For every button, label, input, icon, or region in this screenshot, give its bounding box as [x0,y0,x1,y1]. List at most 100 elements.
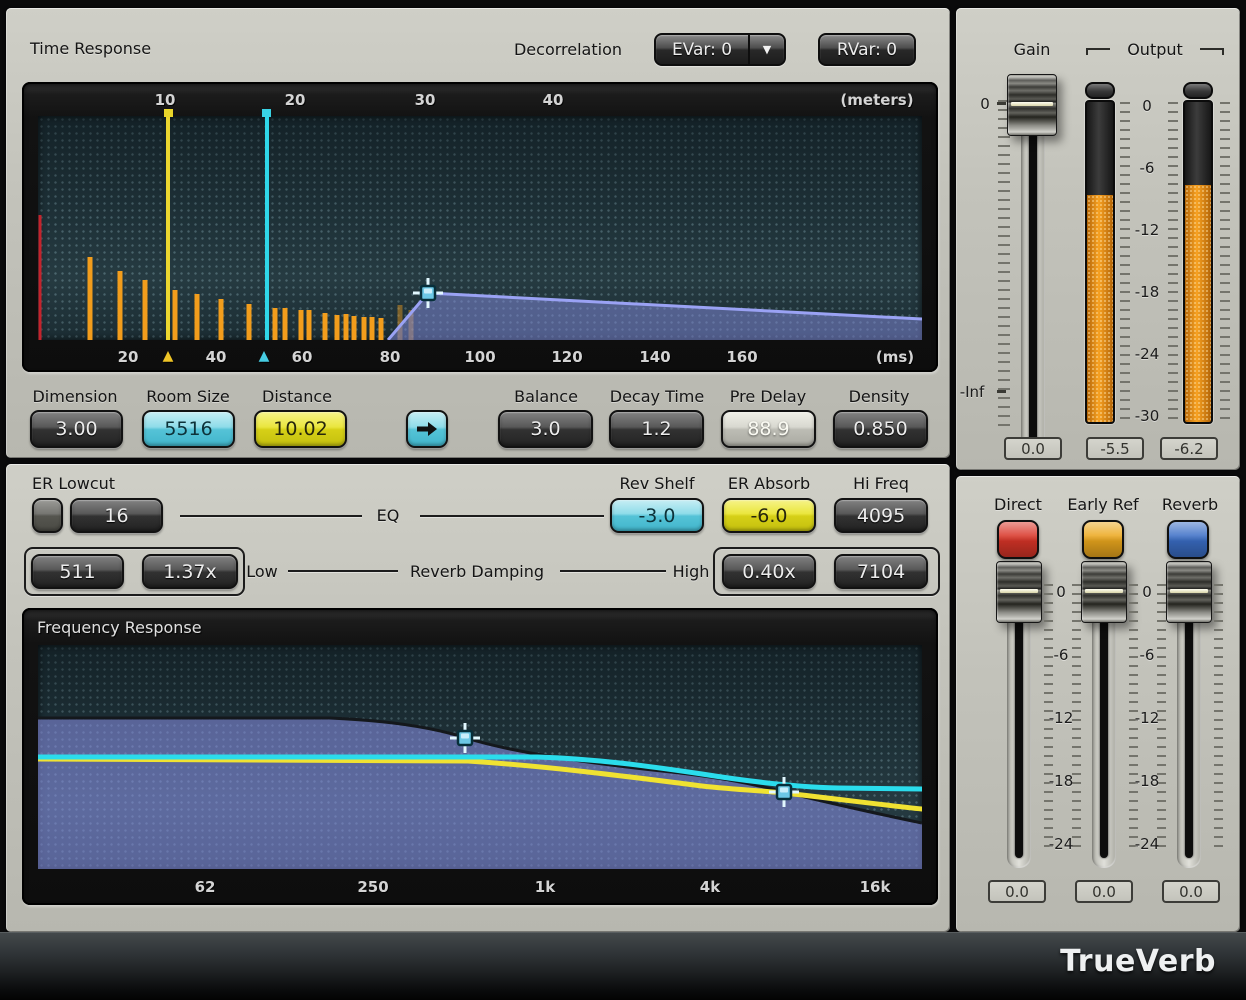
distance-label: Distance [237,387,357,406]
damping-low-ratio-button[interactable]: 1.37x [142,554,238,589]
early-reflection-bar [344,314,349,340]
reverb-readout[interactable]: 0.0 [1162,880,1220,903]
output-label: Output [1115,40,1195,59]
decorrelation-label: Decorrelation [480,40,622,59]
early-ref-readout[interactable]: 0.0 [1075,880,1133,903]
decay-time-label: Decay Time [597,387,717,406]
early-reflection-bar [379,318,384,340]
time-response-graph [22,82,938,372]
early-ref-mute-button[interactable] [1082,520,1124,559]
time-response-title: Time Response [30,39,151,58]
time-response-plot[interactable] [38,116,922,340]
output-bracket-right [1200,48,1224,55]
early-ref-fader-handle[interactable] [1081,561,1127,623]
damping-high-label: High [666,562,716,581]
gain-label: Gain [972,40,1092,59]
early-reflection-bar [173,290,178,340]
right-arrow-icon [415,421,439,437]
output-left-readout[interactable]: -5.5 [1086,437,1144,460]
output-meter-right-cap [1183,82,1213,99]
early-reflection-bar [247,304,252,340]
hi-freq-value-button[interactable]: 4095 [834,498,928,533]
early-reflection-bar [219,299,224,340]
er-lowcut-label: ER Lowcut [32,474,115,493]
eq-rule-left [180,515,362,517]
early-reflection-bar [118,271,123,340]
damping-high-ratio-button[interactable]: 0.40x [722,554,816,589]
mixer-tick-scale-1 [1044,584,1053,852]
early-reflection-bar [362,317,367,340]
trueverb-logo: TrueVerb [1060,944,1216,979]
balance-value-button[interactable]: 3.0 [498,410,593,448]
distance-marker-line[interactable] [166,116,170,340]
output-meter-left-cap [1085,82,1115,99]
gain-fader-track[interactable] [1029,92,1037,452]
evar-dropdown[interactable]: EVar: 0 ▼ [654,33,786,66]
early-reflection-bar [307,310,312,340]
early-reflection-bar [143,280,148,340]
dimension-label: Dimension [15,387,135,406]
chevron-down-icon[interactable]: ▼ [750,35,784,64]
output-right-readout[interactable]: -6.2 [1160,437,1218,460]
direct-fader-handle[interactable] [996,561,1042,623]
meter-tick-scale-1 [1120,102,1130,420]
room-size-value-button[interactable]: 5516 [142,410,235,448]
early-reflection-bar [299,310,304,340]
rev-shelf-value-button[interactable]: -3.0 [610,498,704,533]
rvar-value: RVar: 0 [820,35,914,64]
frequency-response-title: Frequency Response [37,618,202,637]
reverb-mute-button[interactable] [1167,520,1209,559]
rev-shelf-label: Rev Shelf [597,474,717,493]
rvar-button[interactable]: RVar: 0 [818,33,916,66]
er-lowcut-value-button[interactable]: 16 [70,498,163,533]
output-meter-right [1183,100,1213,424]
output-meter-right-level [1185,185,1211,422]
pre-delay-value-button[interactable]: 88.9 [721,410,816,448]
early-reflection-bar [370,317,375,340]
damping-low-freq-button[interactable]: 511 [31,554,124,589]
early-reflection-bar [283,308,288,340]
gain-fader-handle[interactable] [1007,74,1057,136]
early-reflection-bar [273,308,278,340]
pre-delay-label: Pre Delay [708,387,828,406]
damping-rule-right [560,570,666,572]
distance-value-button[interactable]: 10.02 [254,410,347,448]
density-value-button[interactable]: 0.850 [833,410,928,448]
direct-sound-marker [39,215,42,340]
reverb-envelope-fill [388,293,922,340]
density-label: Density [819,387,939,406]
er-absorb-label: ER Absorb [709,474,829,493]
direct-mute-button[interactable] [997,520,1039,559]
decay-time-value-button[interactable]: 1.2 [609,410,704,448]
direct-readout[interactable]: 0.0 [988,880,1046,903]
er-absorb-value-button[interactable]: -6.0 [722,498,816,533]
early-reflection-bar [323,313,328,340]
damping-rule-left [288,570,398,572]
output-bracket-left [1086,48,1110,55]
output-meter-left-level [1087,195,1113,422]
room-size-marker-line[interactable] [265,116,269,340]
damping-low-label: Low [237,562,287,581]
reverb-fader-handle[interactable] [1166,561,1212,623]
gain-readout[interactable]: 0.0 [1004,437,1062,460]
early-reflection-bar [88,257,93,340]
early-reflection-bar [335,315,340,340]
frequency-response-graph: Frequency Response [22,608,938,905]
early-reflection-bar [195,294,200,340]
meter-tick-scale-3 [1220,102,1230,420]
link-arrow-button[interactable] [406,410,448,448]
mixer-tick-scale-4 [1157,584,1166,852]
mixer-tick-scale-5 [1214,584,1223,852]
mixer-tick-scale-2 [1072,584,1081,852]
dimension-value-button[interactable]: 3.00 [30,410,123,448]
output-meter-left [1085,100,1115,424]
meter-tick-scale-2 [1168,102,1178,420]
trueverb-plugin-window: Time Response Decorrelation EVar: 0 ▼ RV… [0,0,1246,1000]
eq-rule-right [420,515,604,517]
reverb-label: Reverb [1130,495,1246,514]
damping-high-freq-button[interactable]: 7104 [834,554,928,589]
early-reflection-bar [352,316,357,340]
mixer-tick-scale-3 [1129,584,1138,852]
frequency-response-plot[interactable] [38,645,922,869]
er-lowcut-toggle-button[interactable] [32,498,63,533]
